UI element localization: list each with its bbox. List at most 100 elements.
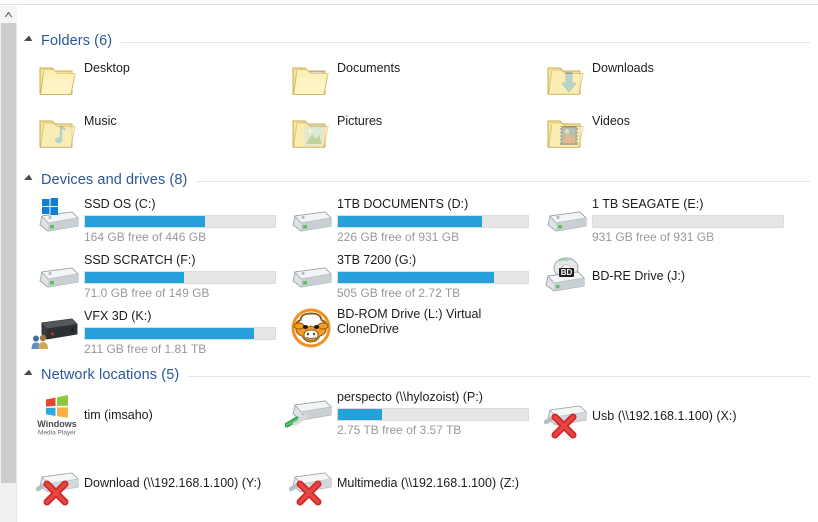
capacity-bar-fill xyxy=(85,272,184,283)
folder-downloads-icon xyxy=(538,58,588,106)
capacity-bar xyxy=(84,215,276,228)
capacity-text: 931 GB free of 931 GB xyxy=(592,230,715,244)
item-label: Videos xyxy=(592,114,630,128)
window-top-divider xyxy=(0,4,818,5)
item-label: Download (\\192.168.1.100) (Y:) xyxy=(84,475,262,490)
folder-pictures-icon xyxy=(283,111,333,159)
item-drive-g[interactable]: 3TB 7200 (G:) 505 GB free of 2.72 TB xyxy=(283,250,533,301)
group-divider-line xyxy=(188,375,810,377)
item-label: 1 TB SEAGATE (E:) xyxy=(592,197,704,211)
group-header-network[interactable]: Network locations (5) xyxy=(18,364,818,386)
disconnected-red-x-icon xyxy=(550,412,578,440)
item-downloads[interactable]: Downloads xyxy=(538,58,798,106)
group-header-folders[interactable]: Folders (6) xyxy=(18,30,818,52)
capacity-bar xyxy=(337,215,529,228)
item-pictures[interactable]: Pictures xyxy=(283,111,528,159)
group-divider-line xyxy=(121,41,810,43)
collapse-chevron-icon[interactable] xyxy=(24,36,36,48)
scrollbar-thumb[interactable] xyxy=(1,23,16,483)
windows-logo-icon xyxy=(40,196,60,216)
item-label: Usb (\\192.168.1.100) (X:) xyxy=(592,408,737,423)
capacity-text: 226 GB free of 931 GB xyxy=(337,230,460,244)
capacity-text: 164 GB free of 446 GB xyxy=(84,230,207,244)
network-drive-disconnected-icon xyxy=(283,459,333,507)
capacity-bar-fill xyxy=(338,409,382,420)
item-videos[interactable]: Videos xyxy=(538,111,798,159)
item-network-x[interactable]: Usb (\\192.168.1.100) (X:) xyxy=(538,392,808,440)
item-label: perspecto (\\hylozoist) (P:) xyxy=(337,390,483,404)
item-network-tim[interactable]: Windows Media Player tim (imsaho) xyxy=(30,391,280,439)
network-drive-connected-icon xyxy=(283,387,333,435)
network-connection-overlay-icon xyxy=(284,411,311,431)
folder-documents-icon xyxy=(283,58,333,106)
item-documents[interactable]: Documents xyxy=(283,58,528,106)
capacity-bar xyxy=(84,271,276,284)
item-drive-f[interactable]: SSD SCRATCH (F:) 71.0 GB free of 149 GB xyxy=(30,250,280,301)
capacity-bar xyxy=(84,327,276,340)
svg-text:BD: BD xyxy=(561,268,573,277)
group-title-devices: Devices and drives (8) xyxy=(41,172,188,188)
capacity-text: 71.0 GB free of 149 GB xyxy=(84,286,210,300)
capacity-bar xyxy=(592,215,784,228)
shared-folder-overlay-icon xyxy=(30,332,50,352)
folder-music-icon xyxy=(30,111,80,159)
item-label: Multimedia (\\192.168.1.100) (Z:) xyxy=(337,475,520,490)
group-header-devices[interactable]: Devices and drives (8) xyxy=(18,169,818,191)
collapse-chevron-icon[interactable] xyxy=(24,370,36,382)
collapse-chevron-icon[interactable] xyxy=(24,175,36,187)
hard-drive-windows-icon xyxy=(30,194,80,242)
capacity-bar-fill xyxy=(85,216,205,227)
item-label: BD-RE Drive (J:) xyxy=(592,268,686,283)
scroll-up-arrow-icon[interactable] xyxy=(0,6,17,23)
group-title-network: Network locations (5) xyxy=(41,367,180,383)
item-drive-k[interactable]: VFX 3D (K:) 211 GB free of 1.81 TB xyxy=(30,306,280,357)
capacity-bar-fill xyxy=(338,216,483,227)
windows-media-player-icon: Windows Media Player xyxy=(30,391,80,439)
item-label: BD-ROM Drive (L:) Virtual CloneDrive xyxy=(337,307,482,336)
item-network-p[interactable]: perspecto (\\hylozoist) (P:) 2.75 TB fre… xyxy=(283,387,533,438)
capacity-bar-fill xyxy=(338,272,494,283)
external-drive-shared-icon xyxy=(30,306,80,354)
capacity-bar xyxy=(337,408,529,421)
group-title-folders: Folders (6) xyxy=(41,33,113,49)
capacity-text: 505 GB free of 2.72 TB xyxy=(337,286,461,300)
item-network-y[interactable]: Download (\\192.168.1.100) (Y:) xyxy=(30,459,290,507)
item-label: tim (imsaho) xyxy=(84,407,153,422)
item-label: Pictures xyxy=(337,114,383,128)
capacity-bar-fill xyxy=(85,328,255,339)
item-network-z[interactable]: Multimedia (\\192.168.1.100) (Z:) xyxy=(283,459,553,507)
capacity-text: 211 GB free of 1.81 TB xyxy=(84,342,207,356)
folder-desktop-icon xyxy=(30,58,80,106)
capacity-text: 2.75 TB free of 3.57 TB xyxy=(337,423,462,437)
item-music[interactable]: Music xyxy=(30,111,275,159)
file-list-content: Folders (6) Desktop Documents Downloads … xyxy=(18,6,818,522)
hard-drive-icon xyxy=(283,194,333,242)
item-drive-j[interactable]: BD BD-RE Drive (J:) xyxy=(538,254,798,298)
group-divider-line xyxy=(196,180,810,182)
item-drive-d[interactable]: 1TB DOCUMENTS (D:) 226 GB free of 931 GB xyxy=(283,194,533,245)
item-label: VFX 3D (K:) xyxy=(84,309,152,323)
item-label: 1TB DOCUMENTS (D:) xyxy=(337,197,469,211)
item-label: Documents xyxy=(337,61,401,75)
item-label: SSD SCRATCH (F:) xyxy=(84,253,196,267)
hard-drive-icon xyxy=(538,194,588,242)
network-drive-disconnected-icon xyxy=(538,392,588,440)
folder-videos-icon xyxy=(538,111,588,159)
virtual-clonedrive-sheep-icon xyxy=(283,304,333,352)
capacity-bar xyxy=(337,271,529,284)
item-label: SSD OS (C:) xyxy=(84,197,156,211)
item-desktop[interactable]: Desktop xyxy=(30,58,275,106)
item-drive-l[interactable]: BD-ROM Drive (L:) Virtual CloneDrive xyxy=(283,304,513,352)
item-label: Downloads xyxy=(592,61,654,75)
item-label: Music xyxy=(84,114,117,128)
item-drive-e[interactable]: 1 TB SEAGATE (E:) 931 GB free of 931 GB xyxy=(538,194,798,245)
bd-re-drive-icon: BD xyxy=(538,252,588,300)
vertical-scrollbar[interactable] xyxy=(0,6,17,522)
item-drive-c[interactable]: SSD OS (C:) 164 GB free of 446 GB xyxy=(30,194,280,245)
svg-text:Windows: Windows xyxy=(37,419,76,429)
disconnected-red-x-icon xyxy=(42,479,70,507)
hard-drive-icon xyxy=(30,250,80,298)
disconnected-red-x-icon xyxy=(295,479,323,507)
network-drive-disconnected-icon xyxy=(30,459,80,507)
hard-drive-icon xyxy=(283,250,333,298)
